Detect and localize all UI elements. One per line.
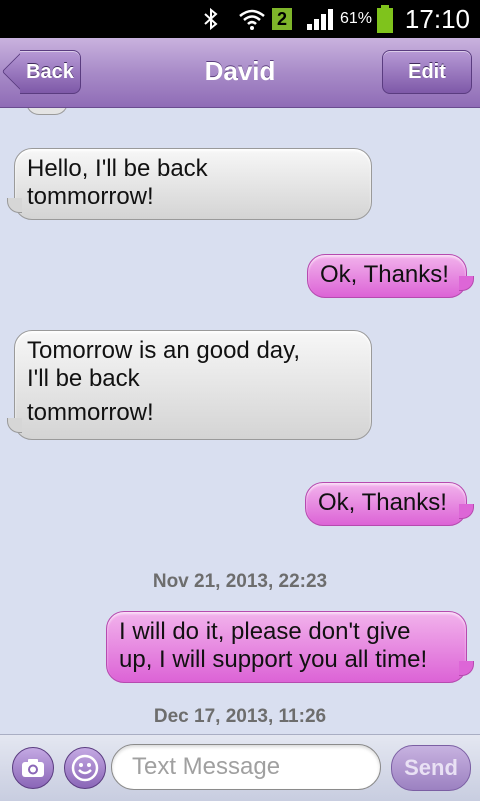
incoming-message[interactable]: Hello, I'll be back tommorrow! (7, 148, 372, 220)
battery-icon (376, 0, 394, 38)
bubble-tail (459, 661, 474, 676)
message-line: Ok, Thanks! (320, 261, 449, 288)
message-line: I will do it, please don't give (119, 618, 411, 645)
bubble-tail (459, 276, 474, 291)
message-input[interactable] (130, 752, 364, 782)
message-line: tommorrow! (27, 183, 154, 210)
message-line: tommorrow! (27, 399, 154, 426)
message-line: up, I will support you all time! (119, 646, 428, 673)
edit-button[interactable]: Edit (382, 50, 472, 94)
clock: 17:10 (404, 3, 470, 34)
message-list[interactable]: Hello, I'll be back tommorrow! Ok, Thank… (0, 108, 480, 734)
partial-bubble (26, 108, 68, 115)
message-line: Ok, Thanks! (318, 489, 447, 516)
outgoing-message[interactable]: Ok, Thanks! (305, 482, 474, 526)
outgoing-message[interactable]: I will do it, please don't give up, I wi… (106, 611, 474, 683)
bluetooth-icon (202, 0, 220, 38)
message-input-field[interactable] (111, 744, 381, 790)
message-timestamp: Dec 17, 2013, 11:26 (153, 706, 327, 727)
emoticon-button[interactable] (64, 747, 106, 789)
emoticon-icon (71, 754, 99, 782)
camera-button[interactable] (12, 747, 54, 789)
signal-icon (306, 0, 336, 38)
message-timestamp: Nov 21, 2013, 22:23 (152, 571, 328, 592)
bubble-tail (7, 418, 22, 433)
message-line: Tomorrow is an good day, (27, 337, 301, 364)
bubble-tail (459, 504, 474, 519)
bubble-tail (7, 198, 22, 213)
sim-icon: 2 (272, 0, 292, 38)
status-bar: 2 61% 17:10 (0, 0, 480, 38)
wifi-icon (238, 0, 266, 38)
sim-badge: 2 (272, 8, 292, 30)
outgoing-message[interactable]: Ok, Thanks! (307, 254, 474, 298)
composer-bar: Send (0, 734, 480, 801)
message-line: I'll be back (27, 365, 140, 392)
incoming-message[interactable]: Tomorrow is an good day, I'll be back to… (7, 330, 372, 440)
title-bar: Back David Edit (0, 38, 480, 108)
battery-percent: 61% (339, 10, 372, 27)
send-button[interactable]: Send (391, 745, 471, 791)
camera-icon (22, 759, 44, 777)
message-line: Hello, I'll be back (27, 155, 208, 182)
